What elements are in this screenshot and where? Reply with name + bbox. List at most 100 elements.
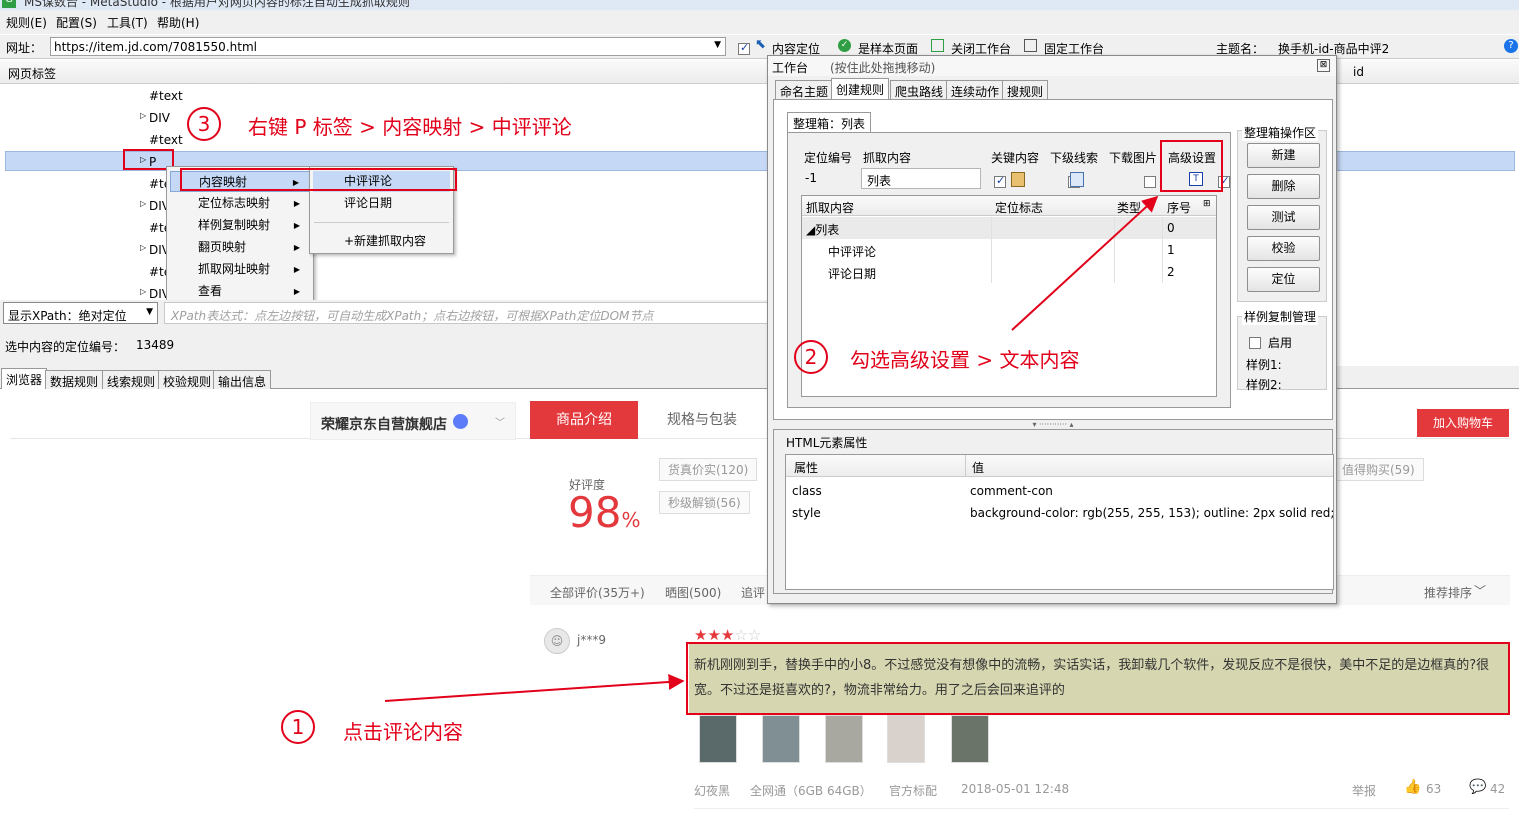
product-color: 幻夜黑: [694, 784, 731, 798]
submenu-item-new-content[interactable]: +新建抓取内容: [313, 231, 450, 252]
table-row[interactable]: 中评评论 1: [802, 239, 1216, 261]
key-content-checkbox[interactable]: [994, 174, 1006, 188]
tree-node[interactable]: #text: [149, 133, 183, 147]
help-icon[interactable]: ?: [1504, 39, 1518, 53]
menu-tools[interactable]: 工具(T): [107, 14, 148, 31]
tab-product-intro[interactable]: 商品介绍: [530, 401, 638, 439]
sample-page-icon: ✓: [838, 39, 851, 52]
step2-text: 勾选高级设置 > 文本内容: [850, 348, 1080, 372]
tab-crawler-route[interactable]: 爬虫路线: [890, 80, 949, 99]
url-dropdown-icon[interactable]: ▼: [714, 40, 721, 50]
review-divider: [694, 808, 1509, 809]
test-button[interactable]: 测试: [1247, 205, 1320, 230]
locator-value: 13489: [136, 338, 175, 352]
tab-clue-rules[interactable]: 线索规则: [102, 370, 161, 389]
chevron-down-icon[interactable]: ﹀: [495, 414, 505, 429]
html-attrs-panel: HTML元素属性 属性 值 class comment-con style ba…: [773, 429, 1334, 594]
close-workbench-icon: [931, 39, 944, 52]
close-icon[interactable]: ⊠: [1317, 59, 1330, 72]
column-chooser-icon[interactable]: ⊞: [1203, 199, 1211, 209]
tag[interactable]: 秒级解锁(56): [659, 491, 750, 514]
tag[interactable]: 值得购买(59): [1333, 458, 1424, 481]
reviewer-name: j***9: [577, 633, 606, 647]
tree-node[interactable]: #text: [149, 89, 183, 103]
app-icon: G: [2, 0, 16, 8]
review-image[interactable]: [951, 715, 989, 763]
tab-data-rules[interactable]: 数据规则: [45, 370, 104, 389]
review-image[interactable]: [825, 715, 863, 763]
reply-count: 42: [1490, 782, 1506, 796]
like-icon[interactable]: 👍: [1404, 779, 1421, 795]
menu-item-view[interactable]: 查看 ▶: [170, 281, 310, 302]
avatar: ☺: [544, 628, 570, 654]
menu-item-locator-mapping[interactable]: 定位标志映射 ▶: [170, 193, 310, 214]
locate-checkbox[interactable]: [738, 41, 750, 55]
tab-browser[interactable]: 浏览器: [1, 368, 48, 389]
splitter[interactable]: ▾ ··········· ▴: [773, 419, 1333, 429]
key-content-icon[interactable]: [1011, 172, 1025, 187]
xpath-input[interactable]: XPath表达式：点左边按钮，可自动生成XPath；点右边按钮，可根据XPath…: [164, 302, 770, 324]
box-tab[interactable]: 整理箱：列表: [787, 112, 872, 132]
tab-verify-rules[interactable]: 校验规则: [158, 370, 217, 389]
tree-expander-icon[interactable]: ▷: [140, 111, 146, 120]
review-date: 2018-05-01 12:48: [961, 782, 1070, 796]
xpath-mode-select[interactable]: 显示XPath：绝对定位 ▼: [3, 302, 158, 324]
locator-status: 选中内容的定位编号： 13489: [0, 326, 770, 366]
download-image-checkbox[interactable]: [1143, 175, 1156, 188]
tab-create-rules[interactable]: 创建规则: [831, 78, 890, 99]
attrs-table: 属性 值 class comment-con style background-…: [785, 454, 1334, 590]
filter-images[interactable]: 晒图(500): [665, 584, 721, 601]
url-label: 网址：: [6, 41, 43, 55]
sort-select[interactable]: 推荐排序: [1424, 584, 1472, 601]
tree-node[interactable]: DIV: [149, 111, 170, 125]
submenu-item-review-date[interactable]: 评论日期: [313, 193, 450, 214]
tag[interactable]: 货真价实(120): [659, 458, 758, 481]
menu-item-sample-mapping[interactable]: 样例复制映射 ▶: [170, 215, 310, 236]
window-title: MS谋数台 - MetaStudio - 根据用户对网页内容的标注自动生成抓取规…: [24, 0, 410, 9]
filter-followup[interactable]: 追评: [741, 584, 765, 601]
shop-name[interactable]: 荣耀京东自营旗舰店 ﹀: [310, 402, 516, 440]
tree-expander-icon[interactable]: ▷: [140, 287, 146, 296]
tab-spec[interactable]: 规格与包装: [648, 401, 756, 439]
content-name-input[interactable]: 列表: [861, 168, 981, 189]
workbench-titlebar[interactable]: 工作台 (按住此处拖拽移动) ⊠: [768, 56, 1336, 76]
url-input[interactable]: https://item.jd.com/7081550.html ▼: [50, 37, 726, 56]
dom-tree-id-col: id: [1353, 65, 1364, 79]
menu-help[interactable]: 帮助(H): [157, 14, 199, 31]
next-clue-icon[interactable]: [1070, 172, 1084, 187]
cursor-icon: ⬉: [755, 37, 766, 52]
tab-name-theme[interactable]: 命名主题: [775, 80, 834, 99]
tab-output[interactable]: 输出信息: [213, 370, 272, 389]
new-button[interactable]: 新建: [1247, 143, 1320, 168]
filter-all[interactable]: 全部评价(35万+): [550, 584, 645, 601]
table-row[interactable]: ◢列表 0: [802, 217, 1216, 239]
verify-button[interactable]: 校验: [1247, 236, 1320, 261]
add-to-cart-button[interactable]: 加入购物车: [1417, 409, 1509, 437]
grid-col-line: [1114, 217, 1115, 283]
title-bar: G MS谋数台 - MetaStudio - 根据用户对网页内容的标注自动生成抓…: [0, 0, 1519, 10]
step1-circle: 1: [281, 710, 315, 744]
report-link[interactable]: 举报: [1352, 782, 1376, 799]
review-image[interactable]: [887, 715, 925, 763]
review-image[interactable]: [699, 715, 737, 763]
tree-expander-icon[interactable]: ▷: [140, 199, 146, 208]
enable-checkbox[interactable]: [1249, 336, 1261, 349]
tree-expander-icon[interactable]: ▷: [140, 243, 146, 252]
tab-search-rules[interactable]: 搜规则: [1002, 80, 1049, 99]
delete-button[interactable]: 删除: [1247, 174, 1320, 199]
tab-continuous-action[interactable]: 连续动作: [946, 80, 1005, 99]
menu-item-paging-mapping[interactable]: 翻页映射 ▶: [170, 237, 310, 258]
menu-item-url-mapping[interactable]: 抓取网址映射 ▶: [170, 259, 310, 280]
menu-rules[interactable]: 规则(E): [6, 14, 47, 31]
product-package: 官方标配: [889, 784, 938, 798]
submenu-arrow-icon: ▶: [293, 265, 300, 274]
submenu-arrow-icon: ▶: [293, 221, 300, 230]
menu-config[interactable]: 配置(S): [56, 14, 97, 31]
table-row[interactable]: 评论日期 2: [802, 261, 1216, 283]
review-image[interactable]: [762, 715, 800, 763]
submenu-arrow-icon: ▶: [293, 287, 300, 296]
locate-button[interactable]: 定位: [1247, 267, 1320, 292]
reply-icon[interactable]: 💬: [1469, 779, 1486, 795]
shop-badge-icon: [453, 414, 468, 429]
chevron-down-icon[interactable]: ﹀: [1474, 582, 1486, 599]
